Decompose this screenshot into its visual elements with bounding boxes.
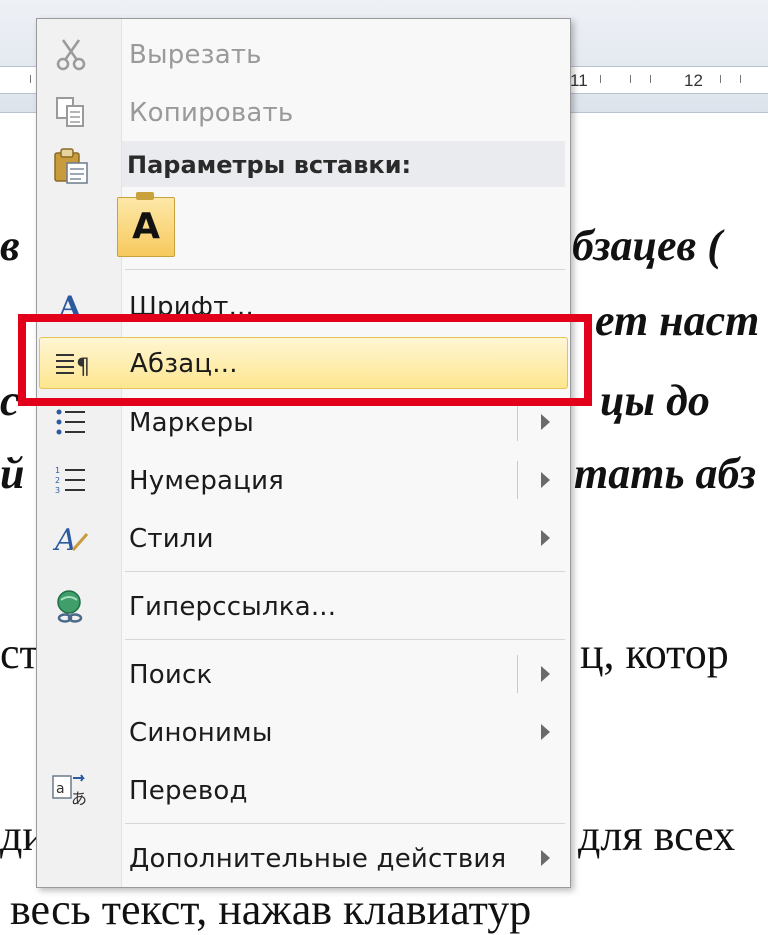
submenu-arrow-icon[interactable]	[541, 666, 550, 682]
svg-text:3: 3	[55, 486, 60, 495]
submenu-arrow-icon[interactable]	[541, 472, 550, 488]
svg-text:a: a	[56, 781, 65, 797]
annotation-highlight-box	[18, 314, 592, 406]
submenu-arrow-icon[interactable]	[541, 530, 550, 546]
numbering-icon: 123	[51, 462, 91, 498]
paste-text-glyph: A	[132, 206, 160, 247]
svg-text:1: 1	[55, 466, 60, 475]
menu-item-styles[interactable]: A Стили	[39, 513, 566, 563]
hyperlink-icon	[51, 588, 91, 624]
menu-item-label: Копировать	[129, 98, 294, 128]
menu-item-label: Маркеры	[129, 408, 255, 438]
clipboard-clip	[136, 192, 154, 200]
menu-item-label: Стили	[129, 524, 214, 554]
paste-options-title: Параметры вставки:	[127, 151, 412, 179]
menu-item-label: Синонимы	[129, 718, 273, 748]
ruler-number: 12	[684, 71, 703, 90]
menu-item-numbering[interactable]: 123 Нумерация	[39, 455, 566, 505]
submenu-arrow-icon[interactable]	[541, 414, 550, 430]
menu-separator	[125, 269, 565, 270]
menu-item-label: Вырезать	[129, 40, 262, 70]
menu-item-synonyms[interactable]: Синонимы	[39, 707, 566, 757]
ruler-number: 11	[570, 71, 588, 90]
menu-item-copy[interactable]: Копировать	[39, 87, 566, 137]
submenu-arrow-icon[interactable]	[541, 724, 550, 740]
svg-text:2: 2	[55, 476, 60, 485]
menu-item-hyperlink[interactable]: Гиперссылка...	[39, 581, 566, 631]
paste-options-header: Параметры вставки:	[122, 141, 565, 187]
svg-text:あ: あ	[71, 789, 87, 808]
menu-item-label: Поиск	[129, 660, 213, 690]
copy-icon	[51, 94, 91, 130]
menu-item-label: Перевод	[129, 776, 248, 806]
menu-item-translate[interactable]: aあ Перевод	[39, 765, 566, 815]
submenu-split-divider	[517, 655, 518, 693]
paste-keep-text-only-button[interactable]: A	[117, 192, 175, 257]
menu-item-label: Нумерация	[129, 466, 285, 496]
submenu-split-divider	[517, 403, 518, 441]
context-menu: Вырезать Копировать Параметры вставки: A…	[36, 18, 571, 888]
clipboard-icon	[51, 147, 91, 184]
menu-separator	[125, 639, 565, 640]
scissors-icon	[51, 36, 91, 72]
menu-separator	[125, 571, 565, 572]
submenu-split-divider	[517, 461, 518, 499]
menu-separator	[125, 823, 565, 824]
submenu-arrow-icon[interactable]	[541, 850, 550, 866]
styles-icon: A	[51, 520, 91, 558]
menu-item-search[interactable]: Поиск	[39, 649, 566, 699]
menu-item-cut[interactable]: Вырезать	[39, 29, 566, 79]
svg-text:A: A	[52, 523, 77, 556]
bullets-icon	[51, 404, 91, 440]
menu-item-label: Дополнительные действия	[129, 844, 507, 874]
menu-item-label: Гиперссылка...	[129, 592, 337, 622]
menu-item-more-actions[interactable]: Дополнительные действия	[39, 833, 566, 883]
translate-icon: aあ	[51, 772, 91, 808]
